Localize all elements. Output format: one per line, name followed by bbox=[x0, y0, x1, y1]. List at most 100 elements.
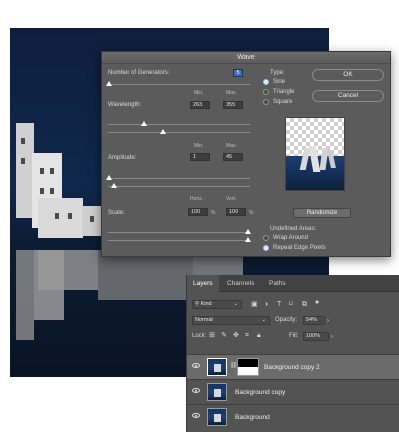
blend-mode-select[interactable]: Normal ⌄ bbox=[192, 316, 270, 325]
chevron-down-icon: ⌄ bbox=[233, 301, 238, 307]
amplitude-min-thumb[interactable] bbox=[106, 175, 112, 180]
filter-kind-value: Kind bbox=[200, 301, 212, 307]
mask-white-area bbox=[238, 367, 258, 375]
lock-artboard-icon[interactable]: ⌗ bbox=[245, 331, 249, 340]
dialog-title: Wave bbox=[102, 52, 390, 64]
amplitude-min-label: Min. bbox=[194, 143, 204, 149]
scale-horiz-input[interactable]: 100 bbox=[188, 208, 208, 216]
building-small bbox=[38, 198, 83, 238]
amplitude-max-input[interactable]: 45 bbox=[223, 153, 243, 161]
wavelength-min-thumb[interactable] bbox=[141, 121, 147, 126]
cancel-button[interactable]: Cancel bbox=[312, 90, 384, 102]
lock-transparent-icon[interactable]: ⊞ bbox=[209, 331, 215, 340]
amplitude-max-thumb[interactable] bbox=[111, 183, 117, 188]
blend-mode-value: Normal bbox=[195, 317, 213, 323]
amplitude-min-input[interactable]: 1 bbox=[190, 153, 210, 161]
tab-paths[interactable]: Paths bbox=[263, 275, 292, 292]
lock-label: Lock: bbox=[192, 333, 207, 339]
smart-object-filter-icon[interactable]: ⧉ bbox=[302, 300, 307, 309]
wave-preview[interactable] bbox=[285, 117, 345, 191]
lock-all-icon[interactable]: 🔒︎ bbox=[257, 331, 261, 340]
amplitude-min-slider[interactable] bbox=[108, 178, 250, 179]
type-sine-radio[interactable] bbox=[263, 79, 269, 85]
layer-row[interactable]: Background bbox=[187, 404, 399, 429]
lock-row: Lock: ⊞ ✎ ✥ ⌗ 🔒︎ Fill: 100% › bbox=[187, 331, 399, 343]
generators-input[interactable]: 5 bbox=[233, 69, 243, 77]
layer-name[interactable]: Background bbox=[235, 414, 270, 421]
tab-layers[interactable]: Layers bbox=[187, 275, 219, 292]
undefined-areas-label: Undefined Areas: bbox=[270, 226, 317, 232]
layer-thumbnail bbox=[207, 383, 227, 401]
blend-row: Normal ⌄ Opacity: 54% › bbox=[187, 315, 399, 327]
building-window bbox=[40, 168, 44, 174]
opacity-input[interactable]: 54% bbox=[303, 316, 325, 325]
type-triangle-label: Triangle bbox=[273, 89, 295, 95]
amplitude-max-label: Max. bbox=[226, 143, 237, 149]
amplitude-label: Amplitude: bbox=[108, 155, 137, 161]
scale-vert-thumb[interactable] bbox=[245, 237, 251, 242]
generators-label: Number of Generators: bbox=[108, 70, 170, 76]
ok-button[interactable]: OK bbox=[312, 69, 384, 81]
fill-input[interactable]: 100% bbox=[303, 332, 329, 341]
layer-row[interactable]: Background copy bbox=[187, 379, 399, 404]
wavelength-min-slider[interactable] bbox=[108, 124, 250, 125]
scale-vert-unit: % bbox=[249, 210, 254, 216]
repeat-edge-label: Repeat Edge Pixels bbox=[273, 245, 326, 251]
adjustment-filter-icon[interactable]: ◑ bbox=[264, 300, 268, 309]
pixel-filter-icon[interactable]: ▣ bbox=[251, 300, 258, 309]
wavelength-max-slider[interactable] bbox=[108, 132, 250, 133]
building-window bbox=[90, 216, 94, 222]
layer-thumbnail bbox=[207, 358, 227, 376]
wavelength-max-thumb[interactable] bbox=[160, 129, 166, 134]
scale-vert-label: Vert. bbox=[226, 196, 237, 202]
scale-horiz-label: Horiz. bbox=[190, 196, 204, 202]
type-triangle-radio[interactable] bbox=[263, 89, 269, 95]
shape-filter-icon[interactable]: ⌑ bbox=[289, 300, 293, 309]
scale-horiz-thumb[interactable] bbox=[245, 229, 251, 234]
filter-kind-select[interactable]: ⚲ Kind ⌄ bbox=[192, 300, 242, 309]
generators-slider-track[interactable] bbox=[108, 84, 250, 85]
amplitude-max-slider[interactable] bbox=[108, 186, 250, 187]
wave-dialog: Wave Number of Generators: 5 Min. Max. W… bbox=[101, 51, 391, 257]
scale-vert-slider[interactable] bbox=[108, 240, 250, 241]
reflection bbox=[38, 250, 98, 290]
filter-toggle-icon[interactable]: ● bbox=[315, 298, 319, 307]
type-square-radio[interactable] bbox=[263, 99, 269, 105]
scale-label: Scale: bbox=[108, 210, 125, 216]
filter-row: ⚲ Kind ⌄ ▣ ◑ T ⌑ ⧉ ● bbox=[187, 299, 399, 311]
wavelength-min-input[interactable]: 263 bbox=[190, 101, 210, 109]
scale-vert-input[interactable]: 100 bbox=[226, 208, 246, 216]
lock-brush-icon[interactable]: ✎ bbox=[221, 331, 227, 340]
wrap-around-radio[interactable] bbox=[263, 235, 269, 241]
type-label: Type: bbox=[270, 70, 285, 76]
randomize-button[interactable]: Randomize bbox=[293, 208, 351, 218]
visibility-eye-icon[interactable] bbox=[192, 413, 200, 418]
scale-horiz-unit: % bbox=[211, 210, 216, 216]
tab-channels[interactable]: Channels bbox=[221, 275, 260, 292]
layers-panel: Layers Channels Paths ⚲ Kind ⌄ ▣ ◑ T ⌑ ⧉ … bbox=[186, 275, 399, 432]
lock-move-icon[interactable]: ✥ bbox=[233, 331, 239, 340]
visibility-eye-icon[interactable] bbox=[192, 363, 200, 368]
wavelength-max-input[interactable]: 355 bbox=[223, 101, 243, 109]
wavelength-min-label: Min. bbox=[194, 90, 204, 96]
layer-row[interactable]: ⛓︎ Background copy 2 bbox=[187, 354, 399, 379]
type-sine-label: Sine bbox=[273, 79, 286, 85]
type-square-label: Square bbox=[273, 99, 293, 105]
type-filter-icon[interactable]: T bbox=[277, 300, 281, 309]
layer-mask-thumbnail[interactable] bbox=[237, 358, 259, 376]
building-window bbox=[21, 138, 25, 144]
chevron-right-icon[interactable]: › bbox=[327, 317, 329, 326]
building-window bbox=[40, 188, 44, 194]
visibility-eye-icon[interactable] bbox=[192, 388, 200, 393]
layer-name[interactable]: Background copy 2 bbox=[264, 364, 320, 371]
building-window bbox=[68, 213, 72, 219]
layer-name[interactable]: Background copy bbox=[235, 389, 285, 396]
generators-slider-thumb[interactable] bbox=[106, 81, 112, 86]
chevron-right-icon[interactable]: › bbox=[331, 333, 333, 342]
reflection bbox=[98, 250, 193, 300]
fill-label: Fill: bbox=[289, 333, 299, 339]
panel-tabbar: Layers Channels Paths bbox=[187, 275, 399, 292]
repeat-edge-radio[interactable] bbox=[263, 245, 269, 251]
wrap-around-label: Wrap Around bbox=[273, 235, 308, 241]
scale-horiz-slider[interactable] bbox=[108, 232, 250, 233]
